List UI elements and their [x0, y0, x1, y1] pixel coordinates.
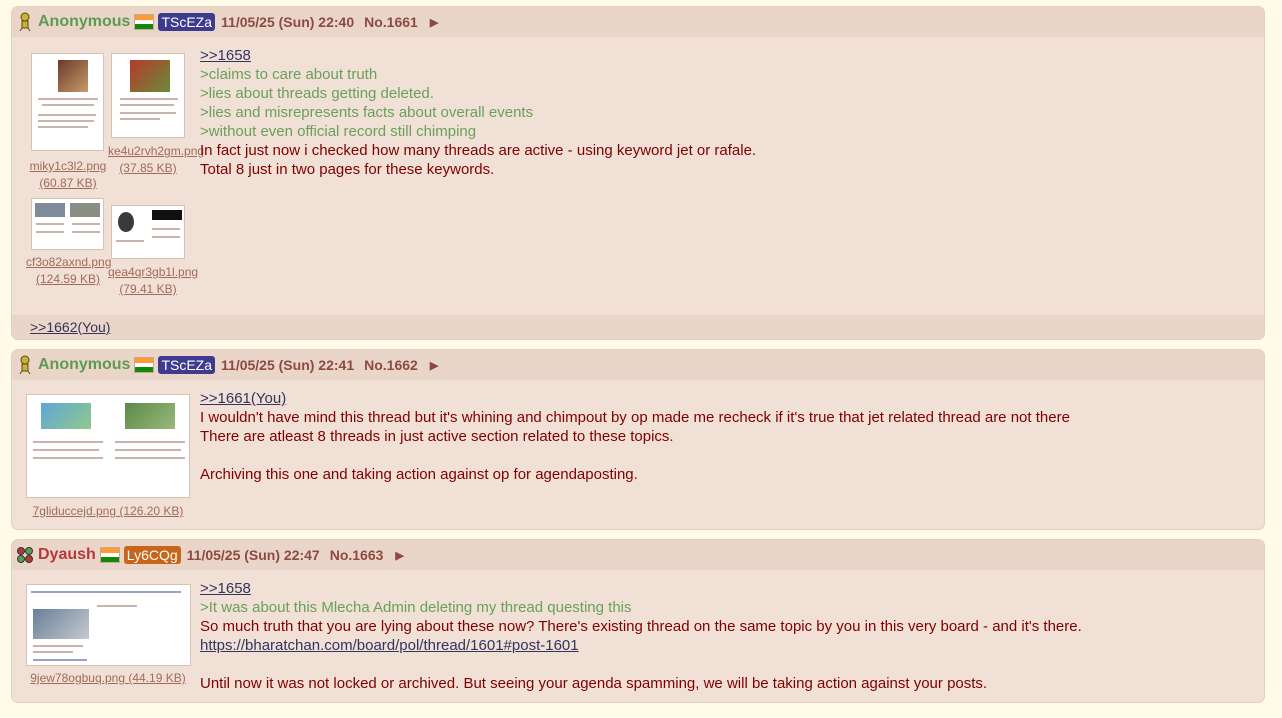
thumbnail-3[interactable]: [31, 198, 104, 250]
flower-avatar-icon: [16, 545, 34, 565]
greentext-line: >claims to care about truth: [200, 66, 378, 83]
poster-id-badge[interactable]: TScEZa: [158, 356, 216, 374]
reply-backlink[interactable]: >>1662(You): [30, 319, 110, 335]
post-text-line: Archiving this one and taking action aga…: [200, 466, 638, 483]
file-name-link[interactable]: qea4qr3gb1l.png (79.41 KB): [108, 264, 198, 298]
quote-link[interactable]: >>1661(You): [200, 389, 1070, 408]
poster-name: Dyaush: [38, 546, 96, 563]
post-text-line: In fact just now i checked how many thre…: [200, 142, 757, 159]
post-text-line: [200, 655, 1082, 674]
post-text-line: There are atleast 8 threads in just acti…: [200, 428, 674, 445]
post-menu-arrow-icon[interactable]: ▶: [430, 359, 438, 372]
post-menu-arrow-icon[interactable]: ▶: [430, 16, 438, 29]
poster-id-badge[interactable]: Ly6CQg: [123, 546, 181, 564]
post-date: 11/05/25 (Sun) 22:47: [186, 547, 320, 563]
post-text-line: So much truth that you are lying about t…: [200, 618, 1082, 635]
post-text-line: Until now it was not locked or archived.…: [200, 675, 988, 692]
file-name-link[interactable]: ke4u2rvh2gm.png (37.85 KB): [108, 143, 204, 177]
post-body: >>1658 >It was about this Mlecha Admin d…: [200, 579, 1082, 693]
post-body: >>1658 >claims to care about truth >lies…: [200, 46, 756, 179]
india-flag-icon: [99, 547, 120, 563]
file-name-link[interactable]: 7gliduccejd.png (126.20 KB): [22, 503, 194, 520]
thumbnail-4[interactable]: [111, 205, 185, 259]
thumbnail-2[interactable]: [111, 53, 185, 138]
post-text-line: Total 8 just in two pages for these keyw…: [200, 161, 495, 178]
greentext-line: >lies about threads getting deleted.: [200, 85, 434, 102]
anon-avatar-icon: [16, 355, 34, 375]
india-flag-icon: [134, 357, 155, 373]
post-body: >>1661(You) I wouldn't have mind this th…: [200, 389, 1070, 484]
poster-name: Anonymous: [38, 356, 131, 373]
file-name-link[interactable]: cf3o82axnd.png (124.59 KB): [26, 254, 111, 288]
post-text-line: [200, 446, 1070, 465]
post-1663: Dyaush Ly6CQg 11/05/25 (Sun) 22:47 No.16…: [12, 540, 1264, 702]
thumbnail-1[interactable]: [26, 584, 191, 666]
post-1661: Anonymous TScEZa 11/05/25 (Sun) 22:40 No…: [12, 7, 1264, 339]
india-flag-icon: [134, 14, 155, 30]
post-date: 11/05/25 (Sun) 22:40: [221, 14, 355, 30]
replies-bar: >>1662(You): [12, 315, 1264, 339]
post-header: Anonymous TScEZa 11/05/25 (Sun) 22:41 No…: [12, 350, 1264, 380]
poster-id-badge[interactable]: TScEZa: [158, 13, 216, 31]
quote-link[interactable]: >>1658: [200, 46, 756, 65]
greentext-line: >It was about this Mlecha Admin deleting…: [200, 599, 632, 616]
post-number-link[interactable]: No.1661: [364, 14, 418, 30]
poster-name: Anonymous: [38, 13, 131, 30]
post-1662: Anonymous TScEZa 11/05/25 (Sun) 22:41 No…: [12, 350, 1264, 529]
greentext-line: >lies and misrepresents facts about over…: [200, 104, 534, 121]
file-name-link[interactable]: 9jew78ogbuq.png (44.19 KB): [22, 670, 194, 687]
post-text-line: I wouldn't have mind this thread but it'…: [200, 409, 1070, 426]
post-date: 11/05/25 (Sun) 22:41: [221, 357, 355, 373]
post-header: Dyaush Ly6CQg 11/05/25 (Sun) 22:47 No.16…: [12, 540, 1264, 570]
post-menu-arrow-icon[interactable]: ▶: [395, 549, 403, 562]
post-number-link[interactable]: No.1662: [364, 357, 418, 373]
quote-link[interactable]: >>1658: [200, 579, 1082, 598]
post-header: Anonymous TScEZa 11/05/25 (Sun) 22:40 No…: [12, 7, 1264, 37]
post-number-link[interactable]: No.1663: [330, 547, 384, 563]
thumbnail-1[interactable]: [31, 53, 104, 151]
file-name-link[interactable]: miky1c3l2.png (60.87 KB): [26, 158, 110, 192]
anon-avatar-icon: [16, 12, 34, 32]
greentext-line: >without even official record still chim…: [200, 123, 477, 140]
thread-url-link[interactable]: https://bharatchan.com/board/pol/thread/…: [200, 636, 1082, 655]
thumbnail-1[interactable]: [26, 394, 190, 498]
